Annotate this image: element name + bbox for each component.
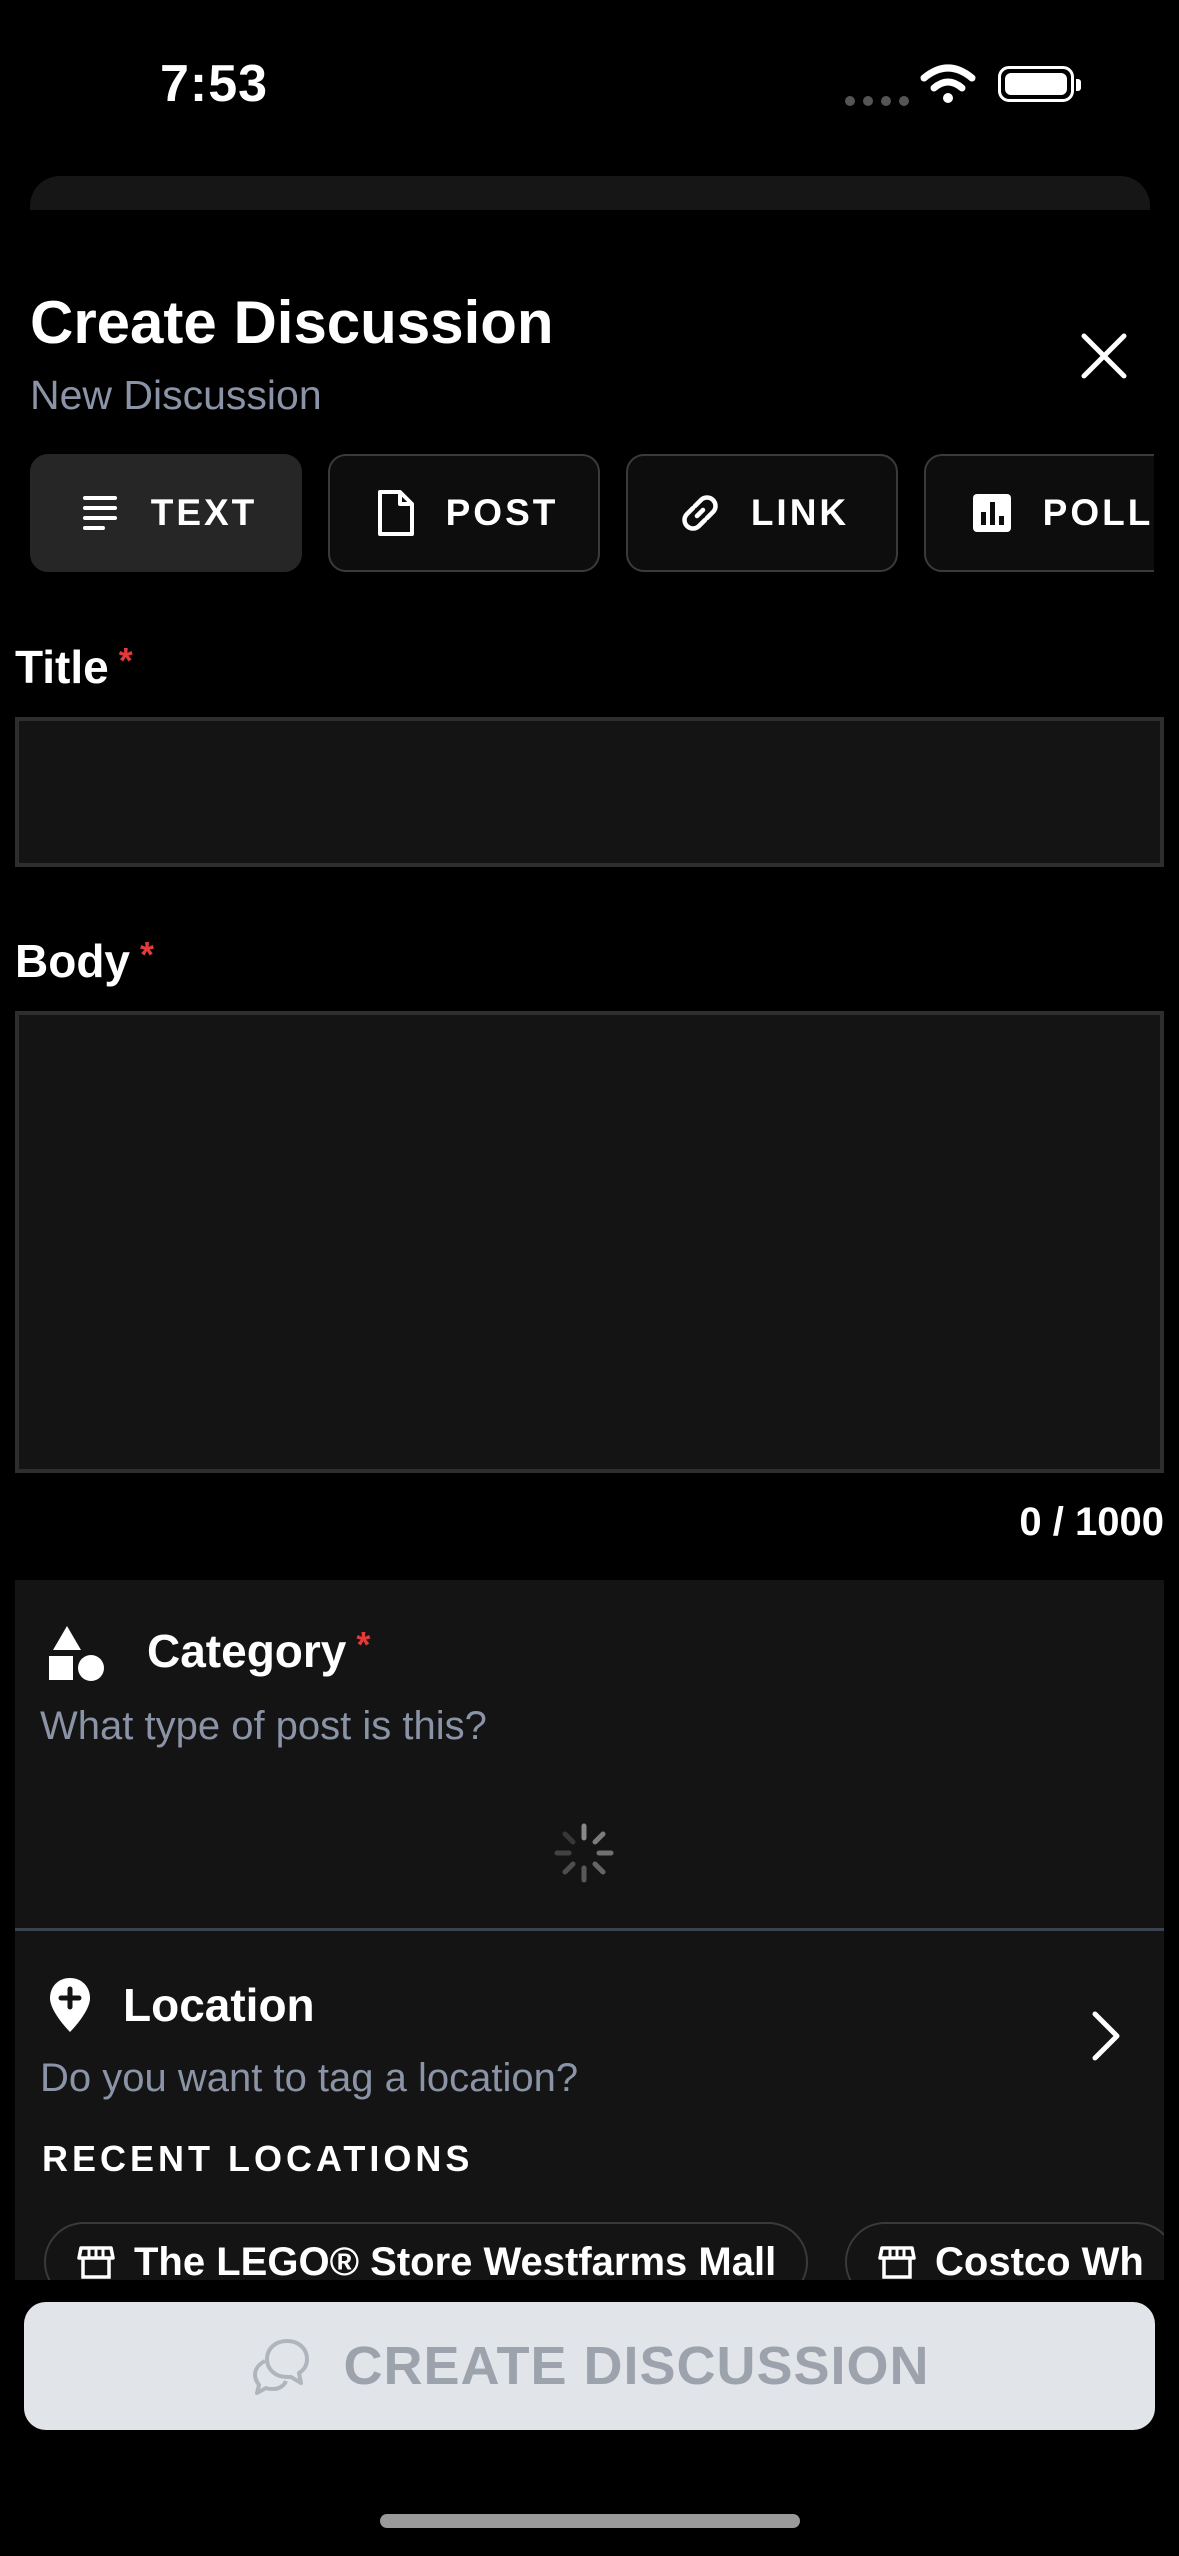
chevron-right-icon[interactable] <box>1085 2006 1129 2066</box>
loading-spinner-icon <box>554 1823 614 1883</box>
tab-text[interactable]: TEXT <box>30 454 302 572</box>
poll-chart-icon <box>972 494 1011 532</box>
wifi-icon <box>920 64 976 103</box>
page-subtitle: New Discussion <box>30 372 322 418</box>
page-title: Create Discussion <box>30 289 554 356</box>
close-icon[interactable] <box>1076 328 1132 384</box>
location-subtitle: Do you want to tag a location? <box>40 2056 579 2100</box>
location-title[interactable]: Location <box>123 1978 315 2032</box>
title-label: Title * <box>15 640 133 693</box>
chip-label: The LEGO® Store Westfarms Mall <box>134 2239 777 2281</box>
character-counter: 0 / 1000 <box>1019 1500 1164 1544</box>
post-type-tabs: TEXT POST LINK POLL <box>30 454 1154 574</box>
tab-label: POST <box>445 492 559 533</box>
create-discussion-button[interactable]: CREATE DISCUSSION <box>24 2302 1155 2430</box>
text-lines-icon <box>82 496 117 530</box>
title-input[interactable] <box>15 717 1164 867</box>
battery-icon <box>998 66 1081 102</box>
status-time: 7:53 <box>160 55 269 113</box>
location-pin-plus-icon <box>50 1978 90 2032</box>
options-panel: Category * What type of post is this? Loc… <box>15 1580 1164 2280</box>
divider <box>15 1928 1164 1931</box>
cellular-signal-icon <box>845 96 909 106</box>
recent-location-chip[interactable]: The LEGO® Store Westfarms Mall <box>44 2222 809 2281</box>
tab-label: TEXT <box>150 492 258 533</box>
tab-label: POLL <box>1042 492 1154 533</box>
home-indicator <box>380 2514 800 2528</box>
body-label: Body * <box>15 934 155 987</box>
tab-poll[interactable]: POLL <box>924 454 1154 572</box>
required-marker: * <box>118 640 133 681</box>
shapes-category-icon <box>49 1626 104 1681</box>
tab-link[interactable]: LINK <box>626 454 898 572</box>
document-icon <box>377 490 414 536</box>
required-marker: * <box>356 1624 371 1665</box>
link-icon <box>682 495 718 531</box>
required-marker: * <box>140 934 155 975</box>
sheet-background-edge <box>30 176 1150 210</box>
category-subtitle: What type of post is this? <box>40 1704 487 1748</box>
category-title: Category * <box>147 1624 371 1677</box>
tab-post[interactable]: POST <box>328 454 600 572</box>
chip-label: Costco Wh <box>935 2239 1144 2281</box>
recent-location-chip[interactable]: Costco Wh <box>845 2222 1164 2280</box>
recent-locations-heading: RECENT LOCATIONS <box>42 2138 474 2179</box>
store-icon <box>77 2246 115 2279</box>
create-discussion-label: CREATE DISCUSSION <box>343 2336 930 2396</box>
chat-bubbles-icon <box>253 2339 310 2395</box>
store-icon <box>878 2246 916 2279</box>
tab-label: LINK <box>750 492 850 533</box>
body-textarea[interactable] <box>15 1011 1164 1473</box>
